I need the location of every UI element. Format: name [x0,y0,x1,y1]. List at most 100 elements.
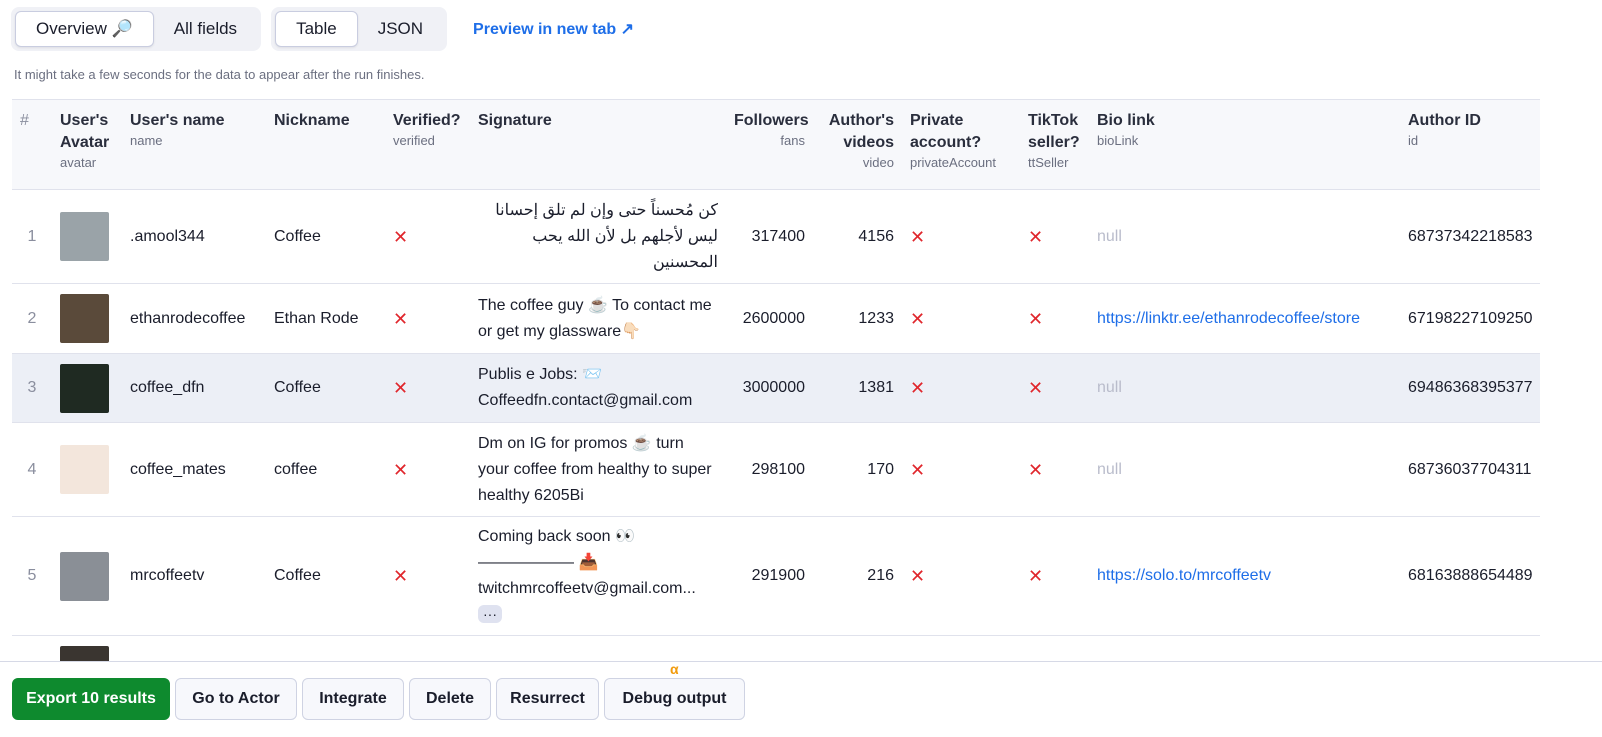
alpha-badge: α [670,661,679,677]
private-false-icon: ✕ [902,283,1020,354]
verified-false-icon: ✕ [385,283,470,354]
signature-text: كن مُحسناً حتى وإن لم تلق إحسانا ليس لأج… [495,201,718,271]
user-name: coffee_mates [122,422,266,517]
column-title: Author's videos [828,112,894,151]
results-table: # User's Avatar avatar User's name name Nickn… [12,99,1540,700]
verified-false-icon: ✕ [385,353,470,423]
expand-more-button[interactable]: ··· [478,605,502,623]
column-title: TikTok seller? [1028,112,1080,151]
followers: 317400 [726,189,813,284]
column-title: Nickname [274,112,350,129]
row-number: 4 [12,422,52,517]
videos: 216 [813,516,902,636]
nickname: Ethan Rode [266,283,385,354]
column-title: Followers [734,112,809,129]
table-row[interactable]: 3 coffee_dfn Coffee ✕ Publis e Jobs: 📨 Coffe… [12,353,1540,423]
bio-link-url[interactable]: https://solo.to/mrcoffeetv [1097,567,1271,584]
tab-all-fields[interactable]: All fields [154,11,257,47]
export-button[interactable]: Export 10 results [12,678,170,720]
private-false-icon: ✕ [902,516,1020,636]
debug-output-button[interactable]: Debug output [604,678,745,720]
column-header[interactable]: # [12,99,52,190]
column-header[interactable]: Author's videos video [813,99,902,190]
action-bar: α Export 10 results Go to Actor Integrat… [0,661,1602,737]
table-row[interactable]: 1 .amool344 Coffee ✕ كن مُحسناً حتى وإن لم ت… [12,189,1540,284]
bio-link-url[interactable]: https://linktr.ee/ethanrodecoffee/store [1097,310,1360,327]
followers: 291900 [726,516,813,636]
signature: The coffee guy ☕ To contact me or get my… [470,283,726,354]
bio-link[interactable]: https://linktr.ee/ethanrodecoffee/store [1089,283,1400,354]
column-header[interactable]: TikTok seller? ttSeller [1020,99,1089,190]
preview-new-tab-link[interactable]: Preview in new tab ↗ [473,19,634,39]
column-title: # [20,112,29,129]
avatar-image [60,212,109,261]
signature: Coming back soon 👀 —————— 📥 twitchmrcoff… [470,516,726,636]
table-row[interactable]: 2 ethanrodecoffee Ethan Rode ✕ The coffee gu… [12,283,1540,354]
column-title: Bio link [1097,112,1155,129]
null-value: null [1097,227,1122,245]
delete-button[interactable]: Delete [409,678,491,720]
avatar-cell [52,189,122,284]
go-to-actor-button[interactable]: Go to Actor [175,678,297,720]
avatar-cell [52,283,122,354]
column-title: Verified? [393,112,461,129]
row-number: 2 [12,283,52,354]
signature-text: Dm on IG for promos ☕ turn your coffee f… [478,434,712,504]
avatar-image [60,294,109,343]
videos: 1381 [813,353,902,423]
column-header[interactable]: Signature [470,99,726,190]
column-key: name [130,133,163,148]
column-header[interactable]: Private account? privateAccount [902,99,1020,190]
videos: 1233 [813,283,902,354]
user-name: mrcoffeetv [122,516,266,636]
tab-overview[interactable]: Overview 🔎 [15,11,154,47]
signature-text: Coming back soon 👀 —————— 📥 twitchmrcoff… [478,528,696,597]
column-header[interactable]: User's name name [122,99,266,190]
column-key: video [862,155,894,170]
bio-link[interactable]: https://solo.to/mrcoffeetv [1089,516,1400,636]
bio-link: null [1089,353,1400,423]
seller-false-icon: ✕ [1020,422,1089,517]
table-row[interactable]: 4 coffee_mates coffee ✕ Dm on IG for promos … [12,422,1540,517]
nickname: Coffee [266,353,385,423]
bio-link: null [1089,422,1400,517]
tab-json[interactable]: JSON [358,11,443,47]
nickname: Coffee [266,189,385,284]
resurrect-button[interactable]: Resurrect [496,678,599,720]
column-key: id [1408,133,1419,148]
column-header[interactable]: Nickname [266,99,385,190]
author-id: 67198227109250 [1400,283,1540,354]
signature-text: The coffee guy ☕ To contact me or get my… [478,296,712,340]
table-row[interactable]: 5 mrcoffeetv Coffee ✕ Coming back soon 👀 ———… [12,516,1540,636]
column-header[interactable]: Author ID id [1400,99,1540,190]
author-id: 68736037704311 [1400,422,1540,517]
column-title: Author ID [1408,112,1481,129]
seller-false-icon: ✕ [1020,353,1089,423]
column-title: User's Avatar [60,112,110,151]
avatar-image [60,551,109,601]
row-number: 1 [12,189,52,284]
column-header[interactable]: Bio link bioLink [1089,99,1400,190]
videos: 170 [813,422,902,517]
user-name: .amool344 [122,189,266,284]
videos: 4156 [813,189,902,284]
nickname: coffee [266,422,385,517]
signature: كن مُحسناً حتى وإن لم تلق إحسانا ليس لأج… [470,189,726,284]
tab-table[interactable]: Table [275,11,358,47]
signature: Dm on IG for promos ☕ turn your coffee f… [470,422,726,517]
column-header[interactable]: User's Avatar avatar [52,99,122,190]
format-switch: Table JSON [271,7,448,51]
avatar-cell [52,516,122,636]
toolbar: Overview 🔎 All fields Table JSON Preview… [11,7,634,51]
verified-false-icon: ✕ [385,422,470,517]
avatar-image [60,445,109,494]
avatar-cell [52,422,122,517]
column-header[interactable]: Followers fans [726,99,813,190]
user-name: ethanrodecoffee [122,283,266,354]
column-header[interactable]: Verified? verified [385,99,470,190]
user-name: coffee_dfn [122,353,266,423]
author-id: 68163888654489 [1400,516,1540,636]
column-title: Private account? [910,112,982,151]
followers: 298100 [726,422,813,517]
integrate-button[interactable]: Integrate [302,678,404,720]
